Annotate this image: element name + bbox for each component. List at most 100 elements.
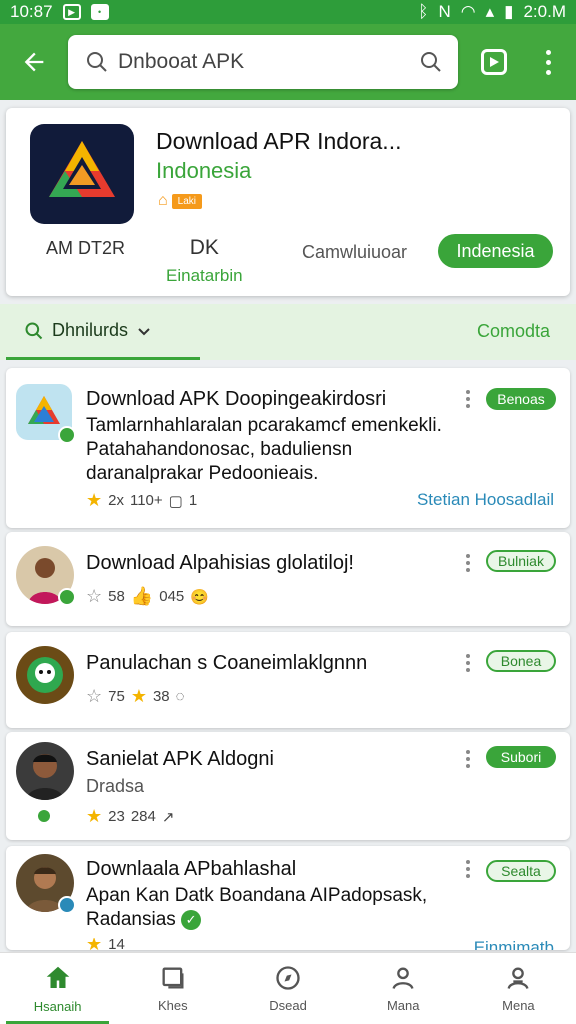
status-bar: 10:87 ▶ • ᛒ N ◠ ▴ ▮ 2:0.M [0,0,576,24]
nav-people[interactable]: Mana [346,953,461,1024]
back-button[interactable] [0,24,68,100]
item-title: Download Alpahisias glolatiloj! [86,552,354,574]
count: 045 [159,588,185,605]
avatar [16,854,76,914]
app-bar: Dnbooat APK [0,24,576,100]
rating: 2x [108,492,124,509]
status-time: 10:87 [10,2,53,21]
card-icon [162,967,184,989]
dot [466,561,470,565]
item-meta: ★ 2x 110+ ▢ 1 [86,490,197,511]
count: 110+ [129,492,163,509]
star-icon: ★ [86,490,103,510]
verified-icon [58,896,76,914]
item-title: Panulachan s Coaneimlaklgnnn [86,652,368,674]
dot [466,554,470,558]
item-badge[interactable]: Bulniak [486,550,556,572]
app-icon [16,384,76,444]
dot [466,668,470,672]
item-meta: ☆ 58 👍 045 😊 [86,586,209,607]
item-menu-icon[interactable] [465,860,471,878]
notification-icon: ▶ [62,4,81,20]
nav-explore[interactable]: Dsead [230,953,345,1024]
filter-label: Dhnilurds [52,320,129,340]
bluetooth-icon: ᛒ [418,2,429,21]
compass-icon [276,966,300,990]
item-meta: ☆ 75 ★ 38 ◌ [86,686,185,707]
item-description: Apan Kan Datk Boandana AIPadopsask, Rada… [86,884,466,932]
item-badge[interactable]: Subori [486,746,556,768]
dot [545,59,551,65]
item-subtitle: Dradsa [86,776,145,796]
search-field[interactable]: Dnbooat APK [68,35,458,89]
badge-label: Laki [171,193,203,209]
install-button[interactable]: Indenesia [438,234,553,268]
verified-icon [58,588,76,606]
item-menu-icon[interactable] [465,554,471,572]
item-title: Download APK Doopingeakirdosri [86,388,387,410]
count: 38 [152,688,170,705]
rating: 58 [108,588,125,605]
star-icon: ☆ [86,586,103,606]
emoji-icon: 😊 [190,588,209,606]
person-icon [392,967,414,989]
message-icon: • [90,4,109,20]
item-link[interactable]: Stetian Hoosadlail [417,490,554,510]
item-menu-icon[interactable] [465,654,471,672]
app-developer[interactable]: Indonesia [156,158,251,184]
comment-count: 1 [188,492,198,509]
list-item[interactable]: Download Alpahisias glolatiloj! ☆ 58 👍 0… [6,532,570,626]
rating: 75 [108,688,125,705]
profile-icon [507,967,529,989]
item-badge[interactable]: Sealta [486,860,556,882]
list-item[interactable]: Sanielat APK Aldogni Dradsa ★ 23 284 ↗ S… [6,732,570,840]
star-icon: ☆ [86,686,103,706]
filter-dropdown[interactable]: Dhnilurds [24,320,152,341]
star-icon: ★ [130,686,147,706]
item-link[interactable]: Einmimatb [474,938,554,950]
item-badge[interactable]: Bonea [486,650,556,672]
dot [466,874,470,878]
editors-badge: ⌂ Laki [158,192,203,210]
stat-category: Camwluiuoar [302,242,408,262]
list-item[interactable]: Panulachan s Coaneimlaklgnnn ☆ 75 ★ 38 ◌… [6,632,570,728]
search-input[interactable]: Dnbooat APK [112,50,416,74]
dot [466,661,470,665]
dot [466,867,470,871]
list-item[interactable]: Download APK Doopingeakirdosri Tamlarnha… [6,368,570,528]
nav-home[interactable]: Hsanaih [0,953,115,1024]
award-icon: ⌂ [158,192,168,209]
share-icon: ↗ [161,808,175,826]
chevron-down-icon [138,327,150,335]
dot [466,860,470,864]
play-store-button[interactable] [462,24,526,100]
featured-app-card[interactable]: Download APR Indora... Indonesia ⌂ Laki … [6,108,570,296]
item-badge[interactable]: Benoas [486,388,556,410]
status-dot [38,810,50,822]
search-submit-icon[interactable] [416,47,446,77]
verified-icon [58,426,76,444]
list-item[interactable]: Downlaala APbahlashal Apan Kan Datk Boan… [6,846,570,950]
thumbs-up-icon: 👍 [130,586,154,606]
no-sim-icon: N [438,2,451,21]
dot [466,757,470,761]
nav-apps[interactable]: Khes [115,953,230,1024]
overflow-menu-button[interactable] [526,24,570,100]
nav-label: Hsanaih [33,999,82,1014]
item-title: Downlaala APbahlashal [86,858,297,880]
filter-action-link[interactable]: Comodta [477,321,550,342]
check-icon: ✓ [181,909,202,930]
wifi-icon: ◠ [460,2,476,21]
nav-label: Mena [502,998,535,1013]
item-menu-icon[interactable] [465,750,471,768]
dot [466,397,470,401]
item-menu-icon[interactable] [465,390,471,408]
stat-version-value: AM DT2R [46,238,126,258]
nav-profile[interactable]: Mena [461,953,576,1024]
back-arrow-icon [24,52,44,72]
app-logo [30,124,134,224]
bottom-navigation: Hsanaih Khes Dsead Mana Mena [0,952,576,1024]
item-title: Sanielat APK Aldogni [86,748,274,770]
avatar [16,742,74,800]
dot [545,49,551,55]
